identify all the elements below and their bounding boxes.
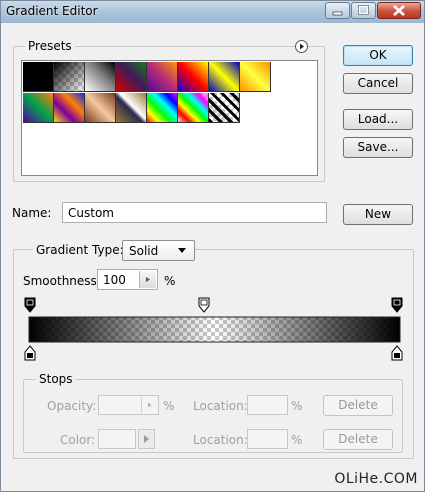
preset-swatch-copper[interactable]: [85, 93, 116, 123]
cancel-button[interactable]: Cancel: [343, 73, 413, 94]
minimize-button[interactable]: [325, 2, 350, 19]
preset-swatch-black-white[interactable]: [23, 62, 54, 92]
smoothness-slider-toggle[interactable]: [139, 271, 156, 288]
preset-swatch-yellow-violet-orange-blue[interactable]: [54, 93, 85, 123]
opacity-stop-middle[interactable]: [198, 297, 210, 313]
presets-menu-button[interactable]: [295, 40, 308, 53]
minimize-icon: [332, 11, 343, 16]
new-button[interactable]: New: [343, 204, 413, 225]
preset-swatch-white-black[interactable]: [85, 62, 116, 92]
smoothness-input[interactable]: 100: [97, 269, 158, 290]
delete-opacity-stop-button[interactable]: Delete: [323, 395, 393, 416]
color-location-label: Location:: [193, 433, 248, 447]
opacity-slider-toggle[interactable]: [141, 397, 157, 413]
opacity-label: Opacity:: [47, 399, 97, 413]
play-arrow-icon: [146, 277, 150, 282]
presets-list: [21, 60, 318, 176]
maximize-button[interactable]: [351, 2, 376, 19]
delete-color-stop-button[interactable]: Delete: [323, 429, 393, 450]
watermark-text: OLiHe.COM: [334, 471, 418, 487]
ok-button[interactable]: OK: [343, 45, 413, 66]
preset-swatch-blue-yellow-blue[interactable]: [209, 62, 240, 92]
gradient-editor-dialog: Gradient Editor Presets OK Cancel Load..…: [0, 0, 425, 492]
preset-swatch-violet-orange[interactable]: [147, 62, 178, 92]
gradient-preview-bar[interactable]: [28, 316, 401, 343]
title-bar[interactable]: Gradient Editor: [1, 1, 424, 23]
preset-swatch-chrome[interactable]: [116, 93, 147, 123]
preset-swatch-blue-red-yellow[interactable]: [178, 62, 209, 92]
preset-swatch-orange-yellow-orange[interactable]: [240, 62, 271, 92]
gradient-type-label: Gradient Type:: [33, 243, 127, 257]
preset-swatch-transparent-rainbow[interactable]: [178, 93, 209, 123]
smoothness-value: 100: [103, 273, 126, 287]
maximize-icon: [358, 5, 369, 15]
save-button[interactable]: Save...: [343, 137, 413, 158]
color-stop-right[interactable]: [391, 345, 403, 361]
opacity-input[interactable]: [98, 395, 159, 415]
name-input[interactable]: Custom: [62, 202, 327, 223]
play-arrow-icon: [144, 435, 149, 443]
color-location-input[interactable]: [247, 429, 288, 449]
color-label: Color:: [60, 433, 96, 447]
stops-label: Stops: [36, 372, 76, 386]
color-swatch-input[interactable]: [98, 429, 136, 449]
opacity-unit: %: [163, 399, 175, 413]
close-icon: [393, 5, 405, 16]
play-arrow-icon: [148, 402, 152, 408]
preset-swatch-red-green[interactable]: [116, 62, 147, 92]
close-button[interactable]: [377, 2, 421, 19]
opacity-location-input[interactable]: [247, 395, 288, 415]
color-stop-left[interactable]: [24, 345, 36, 361]
gradient-editor-bar: [24, 297, 403, 361]
gradient-type-select[interactable]: Solid: [122, 240, 195, 261]
smoothness-unit: %: [164, 274, 176, 288]
opacity-location-label: Location:: [193, 399, 248, 413]
smoothness-label: Smoothness:: [23, 274, 101, 288]
name-input-value: Custom: [68, 206, 114, 220]
preset-swatch-transparent-stripes[interactable]: [209, 93, 240, 123]
gradient-type-value: Solid: [129, 244, 159, 258]
opacity-stop-right[interactable]: [391, 297, 403, 313]
load-button[interactable]: Load...: [343, 109, 413, 130]
chevron-down-icon: [178, 248, 186, 253]
preset-swatch-black-transparent[interactable]: [54, 62, 85, 92]
window-title: Gradient Editor: [6, 4, 98, 18]
preset-swatch-violet-green-orange[interactable]: [23, 93, 54, 123]
color-menu-button[interactable]: [138, 429, 155, 449]
preset-swatch-spectrum[interactable]: [147, 93, 178, 123]
opacity-location-unit: %: [291, 399, 303, 413]
opacity-stop-left[interactable]: [24, 297, 36, 313]
color-location-unit: %: [291, 433, 303, 447]
play-arrow-icon: [300, 43, 304, 50]
presets-label: Presets: [25, 39, 75, 53]
name-label: Name:: [12, 206, 52, 220]
